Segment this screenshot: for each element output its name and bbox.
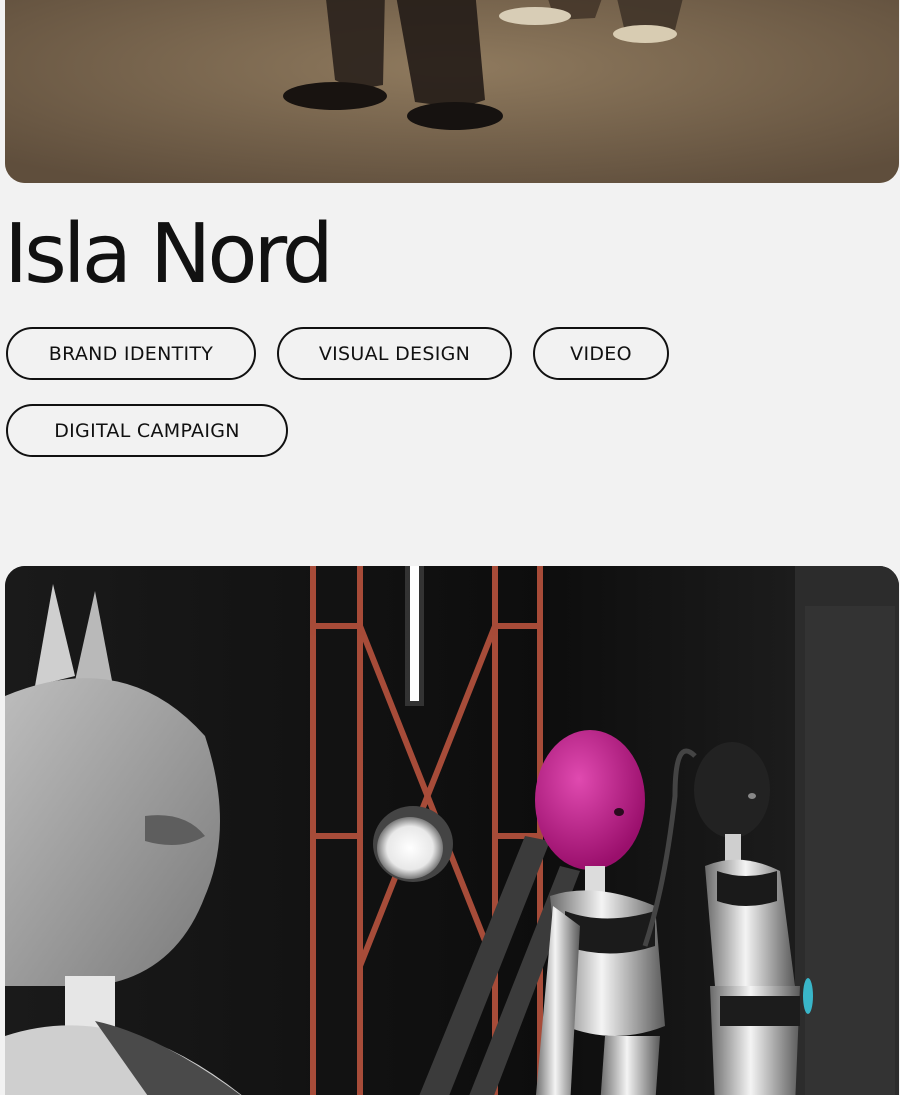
project-title[interactable]: Isla Nord bbox=[4, 205, 334, 305]
tag-brand-identity[interactable]: BRAND IDENTITY bbox=[6, 327, 256, 380]
project-image-mannequins[interactable] bbox=[5, 566, 899, 1095]
project-page: Isla Nord BRAND IDENTITY VISUAL DESIGN V… bbox=[0, 0, 900, 1095]
tag-visual-design[interactable]: VISUAL DESIGN bbox=[277, 327, 512, 380]
tag-video[interactable]: VIDEO bbox=[533, 327, 669, 380]
project-hero-image-top[interactable] bbox=[5, 0, 899, 183]
tag-digital-campaign[interactable]: DIGITAL CAMPAIGN bbox=[6, 404, 288, 457]
